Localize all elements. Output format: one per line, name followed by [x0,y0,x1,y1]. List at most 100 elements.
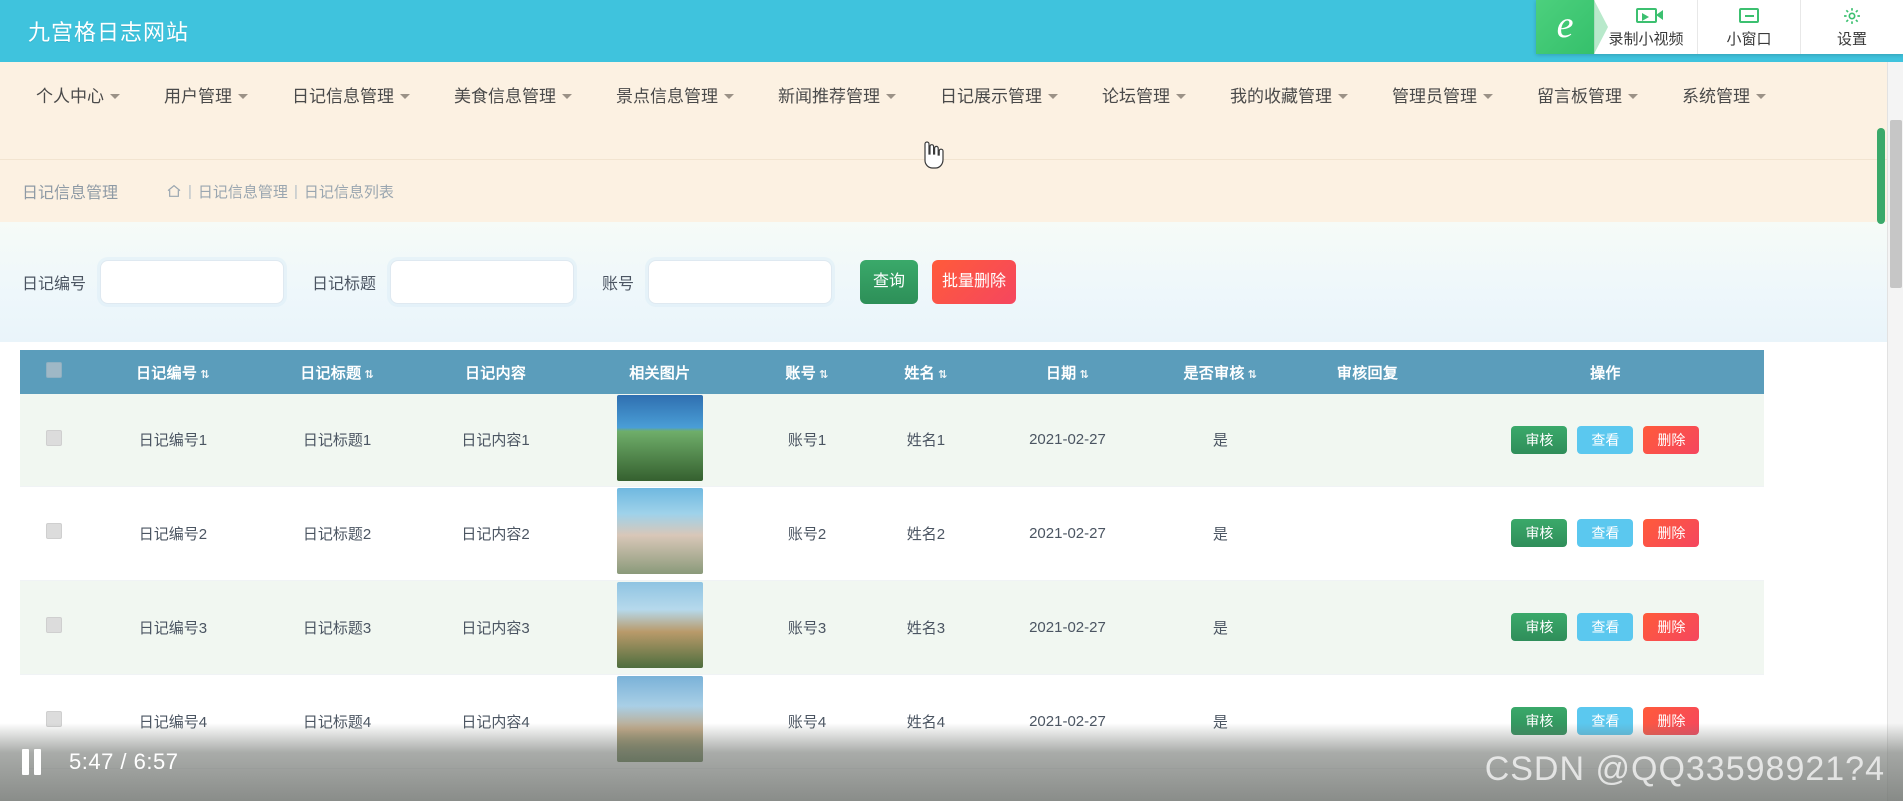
nav-item-system-management[interactable]: 系统管理 [1660,74,1788,115]
playback-time: 5:47 / 6:57 [69,749,179,774]
batch-delete-button[interactable]: 批量删除 [932,260,1017,304]
column-label: 是否审核 [1183,364,1245,382]
diary-thumbnail-image[interactable] [616,394,703,481]
nav-item-diary-display-management[interactable]: 日记展示管理 [918,74,1080,115]
search-input-diary-title[interactable] [390,260,575,304]
diary-table-container: 日记编号 ⇅ 日记标题 ⇅ 日记内容 相关图片 账号 ⇅ 姓名 ⇅ 日期 ⇅ 是否审核 ⇅ … [20,350,1764,769]
audit-button[interactable]: 审核 [1511,425,1568,454]
column-label: 相关图片 [629,364,691,382]
nav-label: 新闻推荐管理 [778,87,880,106]
column-header-diary-title[interactable]: 日记标题 ⇅ [257,350,417,394]
breadcrumb-item-diary-info-list[interactable]: 日记信息列表 [304,181,394,202]
row-checkbox[interactable] [45,617,62,633]
nav-item-message-board-management[interactable]: 留言板管理 [1515,74,1660,115]
table-row[interactable]: 日记编号3 日记标题3 日记内容3 账号3 姓名3 2021-02-27 是 审… [20,580,1764,675]
nav-label: 用户管理 [164,87,232,106]
pause-icon[interactable] [22,749,41,775]
screen-recorder-toolbar: e 录制小视频 小窗口 设置 [1536,0,1903,54]
filter-account-label: 账号 [602,276,635,293]
nav-item-forum-management[interactable]: 论坛管理 [1080,74,1208,115]
search-input-diary-id[interactable] [100,260,285,304]
row-select-cell[interactable] [20,486,88,581]
nav-item-diary-info-management[interactable]: 日记信息管理 [270,74,432,115]
cell-diary-content: 日记内容2 [416,486,575,581]
cell-account: 账号1 [744,394,870,487]
nav-item-admin-management[interactable]: 管理员管理 [1370,74,1515,115]
cell-account: 账号3 [744,580,870,675]
column-header-date[interactable]: 日期 ⇅ [982,350,1153,394]
column-header-name[interactable]: 姓名 ⇅ [869,350,983,394]
record-video-button[interactable]: 录制小视频 [1594,0,1697,54]
nav-label: 个人中心 [36,87,104,106]
breadcrumb-separator: | [188,182,192,200]
settings-label: 设置 [1836,30,1867,48]
table-row[interactable]: 日记编号1 日记标题1 日记内容1 账号1 姓名1 2021-02-27 是 审… [20,394,1764,487]
browser-scrollbar[interactable] [1887,62,1903,801]
browser-scrollbar-thumb[interactable] [1890,120,1902,288]
delete-button[interactable]: 删除 [1643,425,1700,454]
cell-audited: 是 [1152,580,1289,675]
chevron-down-icon [562,93,572,99]
column-header-audited[interactable]: 是否审核 ⇅ [1152,350,1289,394]
page-scrollbar-thumb[interactable] [1877,128,1885,224]
column-header-account[interactable]: 账号 ⇅ [744,350,870,394]
cell-diary-title: 日记标题3 [257,580,417,675]
delete-button[interactable]: 删除 [1643,519,1700,547]
nav-item-attraction-info-management[interactable]: 景点信息管理 [594,74,756,115]
audit-button[interactable]: 审核 [1511,519,1568,547]
view-button[interactable]: 查看 [1577,613,1634,641]
chevron-down-icon [110,93,120,99]
cell-operations: 审核 查看 删除 [1446,394,1764,487]
nav-item-user-management[interactable]: 用户管理 [142,74,270,115]
chevron-down-icon [1756,93,1766,99]
cell-diary-id: 日记编号2 [87,486,258,581]
chevron-down-icon [1628,93,1638,99]
search-button[interactable]: 查询 [860,260,919,304]
view-button[interactable]: 查看 [1577,425,1634,454]
diary-thumbnail-image[interactable] [616,582,703,668]
table-row[interactable]: 日记编号2 日记标题2 日记内容2 账号2 姓名2 2021-02-27 是 审… [20,486,1764,581]
diary-thumbnail-image[interactable] [616,488,703,574]
filter-diary-id: 日记编号 [22,260,285,304]
nav-label: 日记信息管理 [292,87,394,106]
cell-name: 姓名1 [869,394,983,487]
breadcrumb-item-diary-info-management[interactable]: 日记信息管理 [198,181,288,202]
site-title: 九宫格日志网站 [28,20,190,45]
delete-button[interactable]: 删除 [1643,613,1700,641]
column-header-diary-id[interactable]: 日记编号 ⇅ [87,350,258,394]
audit-button[interactable]: 审核 [1511,613,1568,641]
cell-related-image [574,394,745,487]
sort-icon: ⇅ [200,368,210,381]
nav-label: 日记展示管理 [940,87,1042,106]
select-all-header[interactable] [20,350,88,394]
cell-operations: 审核 查看 删除 [1446,486,1764,581]
nav-item-food-info-management[interactable]: 美食信息管理 [432,74,594,115]
filter-diary-title-label: 日记标题 [312,276,377,293]
chevron-down-icon [238,93,248,99]
column-label: 日记内容 [464,364,527,382]
cell-name: 姓名2 [869,486,983,581]
row-checkbox[interactable] [45,429,62,446]
settings-button[interactable]: 设置 [1800,0,1903,54]
nav-item-personal-center[interactable]: 个人中心 [14,74,142,115]
search-input-account[interactable] [648,260,833,304]
nav-item-my-favorites-management[interactable]: 我的收藏管理 [1208,74,1370,115]
row-select-cell[interactable] [20,394,88,487]
row-checkbox[interactable] [45,523,62,539]
home-icon[interactable] [166,183,182,199]
breadcrumb-bar: 日记信息管理 | 日记信息管理 | 日记信息列表 [0,160,1903,222]
cell-diary-content: 日记内容3 [416,580,575,675]
column-label: 操作 [1590,364,1621,382]
csdn-watermark: CSDN @QQ33598921?4 [1484,750,1885,788]
chevron-down-icon [1483,93,1493,99]
small-window-button[interactable]: 小窗口 [1697,0,1800,54]
cell-diary-title: 日记标题1 [257,394,417,487]
select-all-checkbox[interactable] [45,362,62,378]
cell-audited: 是 [1152,486,1289,581]
nav-item-news-recommendation-management[interactable]: 新闻推荐管理 [756,74,918,115]
row-select-cell[interactable] [20,580,88,675]
view-button[interactable]: 查看 [1577,519,1634,547]
filter-diary-title: 日记标题 [312,260,575,304]
column-header-diary-content: 日记内容 [416,350,575,394]
chevron-down-icon [400,93,410,99]
